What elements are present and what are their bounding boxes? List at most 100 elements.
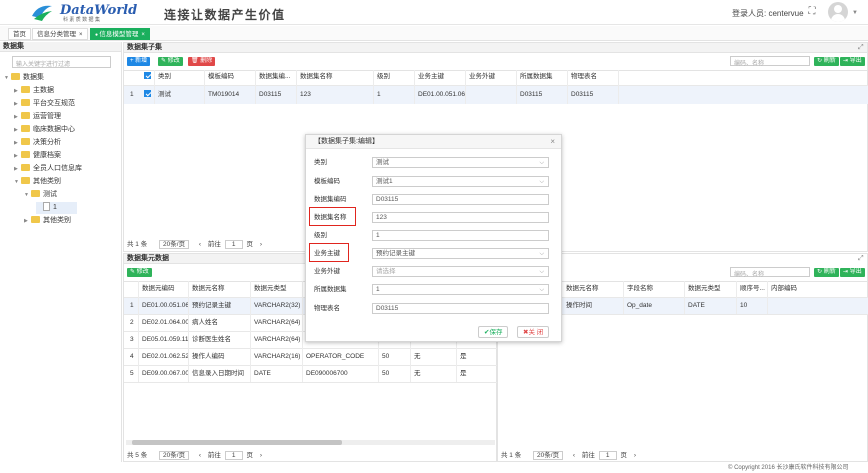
tree-node[interactable]: ▼ 其他类别 (14, 176, 61, 188)
chevron-down-icon[interactable]: ▼ (24, 189, 31, 201)
tree-node[interactable]: ▶ 决策分析 (14, 137, 61, 149)
avatar[interactable] (828, 2, 848, 22)
category-select[interactable]: 测试 ⌵ (372, 157, 549, 168)
column-header[interactable]: 字段名称 (627, 282, 653, 296)
tree-node[interactable]: ▼ 测试 (24, 189, 57, 201)
chevron-down-icon[interactable]: ▼ (14, 176, 21, 188)
close-icon[interactable]: × (79, 32, 83, 38)
chevron-right-icon[interactable]: ▶ (14, 163, 21, 175)
page-input[interactable]: 1 (224, 240, 243, 249)
export-button[interactable]: ⇥ 导出 (840, 57, 865, 66)
page-input[interactable]: 1 (598, 451, 617, 460)
chevron-right-icon[interactable]: ▶ (14, 85, 21, 97)
page-size-select[interactable]: 20条/页 (159, 240, 190, 249)
page-size-select[interactable]: 20条/页 (159, 451, 190, 460)
search-input[interactable]: 编码、名称 (730, 56, 810, 67)
save-button[interactable]: ✔保存 (478, 326, 509, 338)
business-key-select[interactable]: 预约记录主键 ⌵ (372, 248, 549, 259)
column-header[interactable]: 顺序号... (740, 282, 768, 296)
tree-node[interactable]: ▶ 健康档案 (14, 150, 61, 162)
folder-icon (21, 99, 30, 106)
row-checkbox[interactable] (144, 87, 151, 103)
dataset-name-input[interactable]: 123 (372, 212, 549, 223)
tree-node[interactable]: ▶ 主数据 (14, 85, 54, 97)
chevron-down-icon[interactable]: ▼ (4, 72, 11, 84)
field-label-category: 类别 (314, 159, 327, 166)
expand-icon[interactable]: ⤢ (858, 255, 864, 263)
close-icon[interactable]: × (550, 137, 555, 146)
next-page-icon[interactable]: › (260, 241, 262, 248)
tree-node[interactable]: ▶ 其他类别 (24, 215, 71, 227)
page-input[interactable]: 1 (224, 451, 243, 460)
table-name-input[interactable]: D03115 (372, 303, 549, 314)
cell-key: 无 (414, 370, 421, 377)
chevron-right-icon[interactable]: ▶ (14, 124, 21, 136)
tab-info-model[interactable]: ● 信息模型管理 × (90, 28, 150, 40)
level-input[interactable]: 1 (372, 230, 549, 241)
chevron-right-icon[interactable]: ▶ (24, 215, 31, 227)
refresh-button[interactable]: ↻ 刷新 (814, 268, 839, 277)
column-header[interactable]: 业务主键 (418, 70, 444, 84)
prev-page-icon[interactable]: ‹ (199, 452, 201, 459)
checkbox[interactable] (144, 72, 151, 79)
add-button[interactable]: + 新增 (127, 57, 151, 66)
edit-button[interactable]: ✎ 修改 (158, 57, 183, 66)
close-icon[interactable]: × (141, 32, 145, 38)
chevron-right-icon[interactable]: ▶ (14, 150, 21, 162)
tree-node[interactable]: ▶ 全员人口信息库 (14, 163, 82, 175)
chevron-right-icon[interactable]: ▶ (14, 111, 21, 123)
column-header[interactable]: 数据元编码 (142, 282, 175, 296)
chevron-down-icon[interactable]: ▼ (852, 10, 858, 16)
chevron-right-icon[interactable]: ▶ (14, 137, 21, 149)
goto-label: 前往 (207, 241, 221, 248)
prev-page-icon[interactable]: ‹ (199, 241, 201, 248)
column-header[interactable]: 所属数据集 (520, 70, 553, 84)
page-size-select[interactable]: 20条/页 (533, 451, 564, 460)
slogan: 连接让数据产生价值 (164, 8, 286, 22)
scrollbar-thumb[interactable] (132, 440, 342, 445)
table-row[interactable]: 4 DE02.01.062.52 操作人编码 VARCHAR2(16) OPER… (124, 349, 497, 365)
column-header[interactable]: 数据元类型 (254, 282, 287, 296)
chevron-right-icon[interactable]: ▶ (14, 98, 21, 110)
next-page-icon[interactable]: › (634, 452, 636, 459)
column-header[interactable]: 业务外键 (469, 70, 495, 84)
tree-search-input[interactable]: 输入关键字进行过滤 (12, 56, 111, 68)
edit-button[interactable]: ✎ 修改 (127, 268, 152, 277)
tree-node-dataset[interactable]: ▼ 数据集 (4, 72, 44, 84)
folder-icon (21, 151, 30, 158)
horizontal-scrollbar[interactable] (126, 440, 495, 445)
column-header[interactable]: 内部编码 (771, 282, 797, 296)
fullscreen-icon[interactable]: ⛶ (806, 6, 818, 18)
tab-info-category[interactable]: 信息分类管理 × (32, 28, 88, 40)
template-code-select[interactable]: 测试1 ⌵ (372, 176, 549, 187)
table-row[interactable]: 1 测试 TM019014 D03115 123 1 DE01.00.051.0… (124, 86, 868, 104)
header-checkbox[interactable] (144, 70, 151, 84)
column-header[interactable]: 数据元类型 (688, 282, 721, 296)
parent-dataset-select[interactable]: 1 ⌵ (372, 284, 549, 295)
tree-node[interactable]: ▶ 临床数据中心 (14, 124, 75, 136)
table-row[interactable]: 5 DE09.00.067.00 信息录入日期时间 DATE DE0900067… (124, 366, 497, 382)
next-page-icon[interactable]: › (260, 452, 262, 459)
prev-page-icon[interactable]: ‹ (573, 452, 575, 459)
export-button[interactable]: ⇥ 导出 (840, 268, 865, 277)
column-header[interactable]: 模板编码 (208, 70, 234, 84)
checkbox[interactable] (144, 90, 151, 97)
search-input[interactable]: 编码、名称 (730, 267, 810, 278)
tab-home[interactable]: 首页 (8, 28, 31, 40)
column-header[interactable]: 数据元名称 (192, 282, 225, 296)
close-button[interactable]: ✖关 闭 (517, 326, 550, 338)
column-header[interactable]: 类别 (158, 70, 171, 84)
tree-node-selected[interactable]: 1 (36, 202, 77, 214)
dataset-code-input[interactable]: D03115 (372, 194, 549, 205)
foreign-key-select[interactable]: 请选择 ⌵ (372, 266, 549, 277)
refresh-button[interactable]: ↻ 刷新 (814, 57, 839, 66)
column-header[interactable]: 级别 (377, 70, 390, 84)
column-header[interactable]: 物理表名 (571, 70, 597, 84)
expand-icon[interactable]: ⤢ (858, 44, 864, 52)
tree-node[interactable]: ▶ 运营管理 (14, 111, 61, 123)
folder-icon (21, 86, 30, 93)
column-header[interactable]: 数据元名称 (566, 282, 599, 296)
delete-button[interactable]: 🗑 删除 (188, 57, 216, 66)
tree-node[interactable]: ▶ 平台交互规范 (14, 98, 75, 110)
column-header[interactable]: 数据集名称 (300, 70, 333, 84)
